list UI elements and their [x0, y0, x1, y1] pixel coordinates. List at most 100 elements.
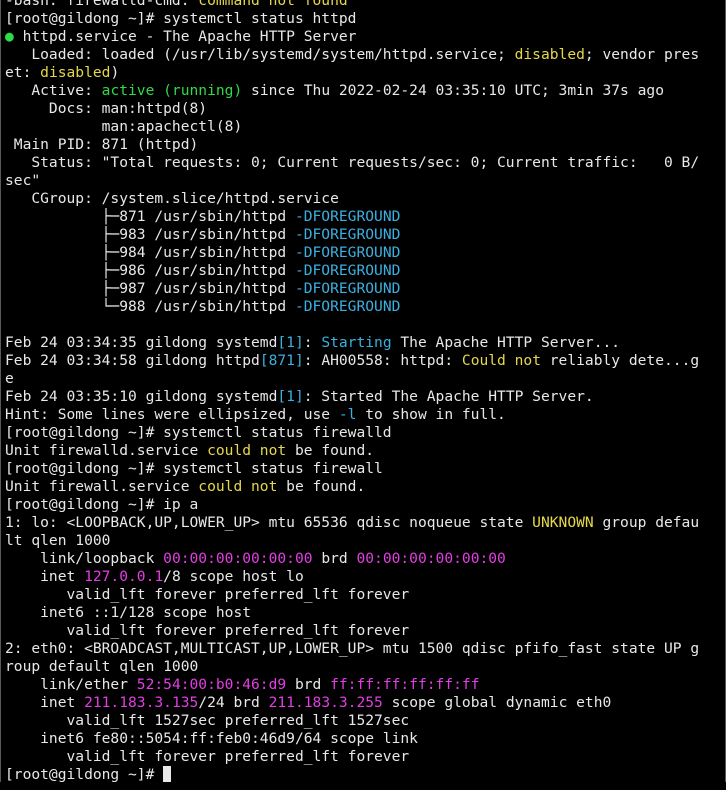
terminal-text-segment: └─988 /usr/sbin/httpd — [5, 298, 295, 315]
terminal-text-segment: to show in full. — [356, 406, 506, 423]
terminal-text-segment: group defau — [593, 514, 700, 531]
terminal-text-segment: 52:54:00:b0:46:d9 — [136, 676, 287, 693]
terminal-text-segment: [root@gildong ~]# systemctl status firew… — [5, 424, 392, 441]
terminal-line: ● httpd.service - The Apache HTTP Server — [5, 28, 725, 46]
terminal-line: valid_lft forever preferred_lft forever — [5, 586, 725, 604]
terminal-text-segment: link/loopback — [5, 550, 164, 567]
terminal-text-segment: reliably dete...g — [540, 352, 700, 369]
terminal-text-segment: 127.0.0.1 — [84, 568, 164, 585]
terminal-line: inet6 ::1/128 scope host — [5, 604, 725, 622]
terminal-line: inet 127.0.0.1/8 scope host lo — [5, 568, 725, 586]
terminal-text-segment: -DFOREGROUND — [294, 244, 401, 261]
terminal-text-segment: ├─987 /usr/sbin/httpd — [5, 280, 295, 297]
terminal-text-segment: be found. — [286, 442, 375, 459]
terminal-line: Docs: man:httpd(8) — [5, 100, 725, 118]
terminal-line: valid_lft forever preferred_lft forever — [5, 622, 725, 640]
terminal-text-segment: disabled — [514, 46, 585, 63]
terminal-text-segment: 00:00:00:00:00:00 — [163, 550, 313, 567]
terminal-line: link/loopback 00:00:00:00:00:00 brd 00:0… — [5, 550, 725, 568]
terminal-text-segment: active (running) — [101, 82, 243, 99]
terminal-text-segment: [root@gildong ~]# ip a — [5, 496, 199, 513]
terminal-line: Feb 24 03:34:35 gildong systemd[1]: Star… — [5, 334, 725, 352]
terminal-text-segment: [root@gildong ~]# systemctl status firew… — [5, 460, 383, 477]
terminal-text-segment: ├─984 /usr/sbin/httpd — [5, 244, 295, 261]
terminal-line: ├─983 /usr/sbin/httpd -DFOREGROUND — [5, 226, 725, 244]
terminal-text-segment: Main PID: 871 (httpd) — [5, 136, 199, 153]
terminal-text-segment: command not found — [198, 0, 348, 9]
terminal-text-segment: brd — [286, 676, 331, 693]
terminal-line: [root@gildong ~]# systemctl status httpd — [5, 10, 725, 28]
terminal-line: CGroup: /system.slice/httpd.service — [5, 190, 725, 208]
terminal-text-segment: inet6 ::1/128 scope host — [5, 604, 252, 621]
terminal-line: e — [5, 370, 725, 388]
terminal-text-segment: valid_lft forever preferred_lft forever — [5, 622, 410, 639]
terminal-line: Unit firewall.service could not be found… — [5, 478, 725, 496]
terminal-line: link/ether 52:54:00:b0:46:d9 brd ff:ff:f… — [5, 676, 725, 694]
terminal-text-segment: inet — [5, 568, 85, 585]
terminal-line: valid_lft forever preferred_lft forever — [5, 748, 725, 766]
terminal-line: Hint: Some lines were ellipsized, use -l… — [5, 406, 725, 424]
terminal-text-segment: Hint: Some lines were ellipsized, use — [5, 406, 339, 423]
terminal-line: inet 211.183.3.135/24 brd 211.183.3.255 … — [5, 694, 725, 712]
terminal-text-segment: Feb 24 03:35:10 gildong systemd — [5, 388, 278, 405]
terminal-text-segment: ) — [110, 64, 120, 81]
terminal-line: et: disabled) — [5, 64, 725, 82]
terminal-text-segment: [root@gildong ~]# systemctl status httpd — [5, 10, 357, 27]
terminal-text-segment: Could not — [461, 352, 541, 369]
terminal-text-segment: roup default qlen 1000 — [5, 658, 199, 675]
terminal-line: sec" — [5, 172, 725, 190]
terminal-text-segment: ; vendor pres — [584, 46, 700, 63]
terminal-text-segment: -DFOREGROUND — [294, 280, 401, 297]
terminal-line: -bash: firewalld-cmd: command not found — [5, 0, 725, 10]
terminal-text-segment: [root@gildong ~]# — [5, 766, 164, 782]
terminal-text-segment: et: — [5, 64, 41, 81]
terminal-line: 1: lo: <LOOPBACK,UP,LOWER_UP> mtu 65536 … — [5, 514, 725, 532]
terminal-text-segment: sec" — [5, 172, 41, 189]
terminal-text-segment: /8 scope host lo — [163, 568, 304, 585]
terminal-text-segment: -DFOREGROUND — [294, 208, 401, 225]
cursor — [163, 766, 172, 782]
terminal-text-segment: link/ether — [5, 676, 137, 693]
terminal-line: [root@gildong ~]# systemctl status firew… — [5, 424, 725, 442]
terminal-text-segment: : AH00558: httpd: — [303, 352, 462, 369]
terminal-line: ├─871 /usr/sbin/httpd -DFOREGROUND — [5, 208, 725, 226]
terminal-text-segment: -DFOREGROUND — [294, 226, 401, 243]
terminal-text-segment: Status: "Total requests: 0; Current requ… — [5, 154, 700, 171]
terminal-text-segment: Feb 24 03:34:58 gildong httpd — [5, 352, 260, 369]
terminal-text-segment: ● — [5, 28, 14, 45]
terminal-line: Unit firewalld.service could not be foun… — [5, 442, 725, 460]
terminal-text-segment: 00:00:00:00:00:00 — [356, 550, 506, 567]
terminal-window[interactable]: -bash: firewalld-cmd: command not found[… — [0, 0, 726, 782]
terminal-text-segment: e — [5, 370, 14, 387]
terminal-text-segment: Loaded: loaded (/usr/lib/systemd/system/… — [5, 46, 515, 63]
terminal-line: Status: "Total requests: 0; Current requ… — [5, 154, 725, 172]
terminal-text-segment: 1: lo: <LOOPBACK,UP,LOWER_UP> mtu 65536 … — [5, 514, 533, 531]
terminal-text-segment: disabled — [40, 64, 111, 81]
terminal-text-segment: -bash: firewalld-cmd: — [5, 0, 199, 9]
terminal-text-segment: [1] — [277, 388, 304, 405]
terminal-text-segment: valid_lft forever preferred_lft forever — [5, 748, 410, 765]
terminal-text-segment: could not — [198, 478, 278, 495]
terminal-text-segment: Unit firewalld.service — [5, 442, 208, 459]
terminal-line: Main PID: 871 (httpd) — [5, 136, 725, 154]
terminal-text-segment: brd — [312, 550, 357, 567]
terminal-text-segment: The Apache HTTP Server... — [391, 334, 621, 351]
terminal-text-segment: 2: eth0: <BROADCAST,MULTICAST,UP,LOWER_U… — [5, 640, 700, 657]
terminal-text-segment: /24 brd — [198, 694, 269, 711]
terminal-text-segment: : Started The Apache HTTP Server. — [303, 388, 594, 405]
terminal-text-segment: valid_lft forever preferred_lft forever — [5, 586, 410, 603]
terminal-line: ├─987 /usr/sbin/httpd -DFOREGROUND — [5, 280, 725, 298]
terminal-line: man:apachectl(8) — [5, 118, 725, 136]
terminal-text-segment: -DFOREGROUND — [294, 262, 401, 279]
terminal-line: inet6 fe80::5054:ff:feb0:46d9/64 scope l… — [5, 730, 725, 748]
terminal-line: [root@gildong ~]# — [5, 766, 725, 782]
terminal-text-segment: : — [303, 334, 322, 351]
terminal-line: lt qlen 1000 — [5, 532, 725, 550]
terminal-line: [root@gildong ~]# systemctl status firew… — [5, 460, 725, 478]
terminal-text-segment: valid_lft 1527sec preferred_lft 1527sec — [5, 712, 410, 729]
terminal-text-segment: Docs: man:httpd(8) — [5, 100, 208, 117]
terminal-text-segment: could not — [207, 442, 287, 459]
terminal-line: Active: active (running) since Thu 2022-… — [5, 82, 725, 100]
terminal-text-segment: ├─871 /usr/sbin/httpd — [5, 208, 295, 225]
